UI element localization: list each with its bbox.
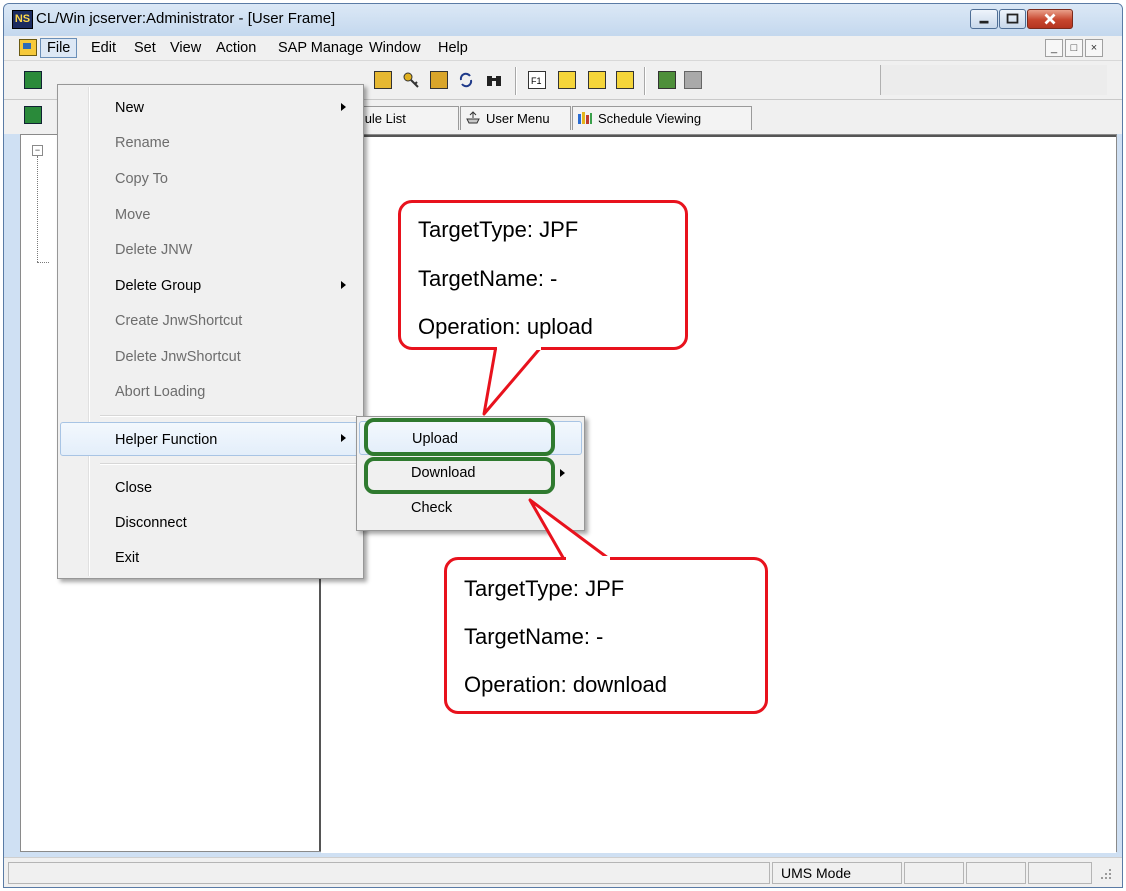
callout-tails: [482, 344, 614, 563]
callout-operation: Operation: download: [464, 672, 668, 697]
upload-callout-joint: [497, 344, 541, 350]
callout-target-type: TargetType: JPF: [464, 576, 625, 601]
callout-target-name: TargetName: -: [464, 624, 604, 649]
callout-target-name: TargetName: -: [418, 266, 558, 291]
callout-target-type: TargetType: JPF: [418, 217, 579, 242]
download-callout: TargetType: JPF TargetName: - Operation:…: [444, 557, 768, 714]
download-callout-joint: [566, 556, 610, 562]
upload-callout-tail: [482, 344, 544, 416]
download-callout-tail: [528, 498, 614, 563]
upload-callout: TargetType: JPF TargetName: - Operation:…: [398, 200, 688, 350]
callout-operation: Operation: upload: [418, 314, 593, 339]
